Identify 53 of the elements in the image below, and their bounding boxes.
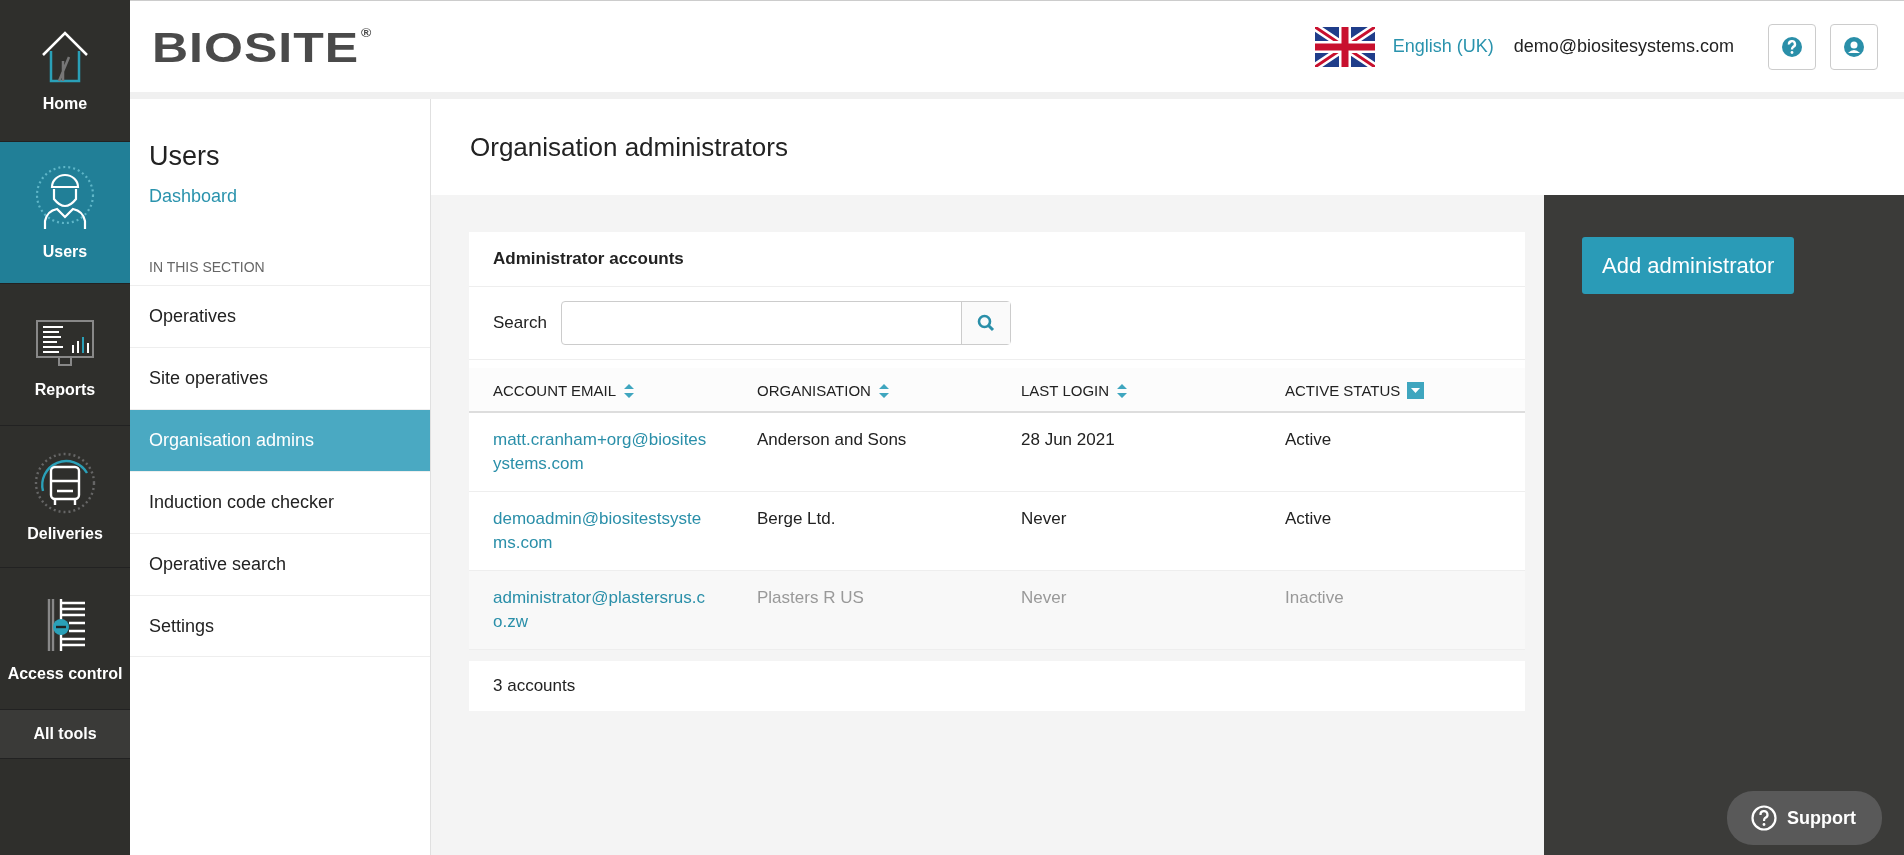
- brand-logo[interactable]: BIOSITE: [152, 21, 360, 72]
- search-label: Search: [493, 313, 547, 333]
- search-icon: [976, 314, 995, 332]
- user-email: demo@biositesystems.com: [1513, 36, 1734, 57]
- user-icon: [1844, 36, 1864, 57]
- table-cell: Inactive: [1261, 570, 1525, 650]
- section-menu-item[interactable]: Operatives: [130, 285, 430, 347]
- table-cell: Plasters R US: [733, 570, 997, 650]
- sort-icon[interactable]: [1116, 382, 1129, 399]
- language-link[interactable]: English (UK): [1392, 36, 1494, 57]
- section-heading: IN THIS SECTION: [149, 259, 266, 275]
- section-menu-item[interactable]: Operative search: [130, 533, 430, 595]
- search-button[interactable]: [960, 302, 1010, 344]
- email-link[interactable]: administrator@plastersrus.co.zw: [469, 570, 733, 650]
- email-link[interactable]: demoadmin@biositestsystems.com: [469, 491, 733, 571]
- page-title: Organisation administrators: [470, 131, 788, 163]
- nav-label: Home: [42, 94, 88, 113]
- table-cell: Never: [997, 570, 1261, 650]
- table-cell: Berge Ltd.: [733, 491, 997, 571]
- email-link[interactable]: matt.cranham+org@biositesystems.com: [469, 412, 733, 492]
- column-header[interactable]: ACCOUNT EMAIL: [493, 382, 617, 399]
- help-icon: [1751, 805, 1777, 831]
- sort-icon[interactable]: [623, 382, 636, 399]
- sort-descending-icon[interactable]: [1407, 382, 1425, 399]
- nav-label: Reports: [34, 380, 96, 399]
- search-field[interactable]: [560, 301, 1011, 345]
- column-header[interactable]: ORGANISATION: [757, 382, 871, 399]
- account-button[interactable]: [1830, 23, 1878, 70]
- registered-mark: ®: [361, 25, 373, 39]
- column-header[interactable]: ACTIVE STATUS: [1285, 382, 1401, 399]
- table-cell: Anderson and Sons: [733, 412, 997, 492]
- section-menu-item[interactable]: Settings: [130, 595, 430, 657]
- nav-label: Deliveries: [27, 524, 103, 543]
- nav-item[interactable]: Users: [0, 142, 130, 284]
- nav-label: Access control: [7, 664, 123, 683]
- all-tools-link[interactable]: All tools: [0, 710, 130, 759]
- help-icon: [1782, 36, 1802, 57]
- column-header[interactable]: LAST LOGIN: [1021, 382, 1110, 399]
- support-button[interactable]: Support: [1727, 791, 1882, 845]
- account-count: 3 accounts: [493, 676, 576, 695]
- truck-icon: [33, 450, 97, 515]
- table-cell: 28 Jun 2021: [997, 412, 1261, 492]
- flag-icon[interactable]: [1314, 26, 1375, 67]
- table-cell: Never: [997, 491, 1261, 571]
- table-cell: Active: [1261, 412, 1525, 492]
- dashboard-link[interactable]: Dashboard: [149, 186, 238, 207]
- section-menu-item[interactable]: Induction code checker: [130, 471, 430, 533]
- table-cell: Active: [1261, 491, 1525, 571]
- sort-icon[interactable]: [877, 382, 890, 399]
- help-button[interactable]: [1768, 23, 1816, 70]
- nav-label: Users: [42, 242, 88, 261]
- section-title: Users: [149, 141, 221, 172]
- card-title: Administrator accounts: [493, 249, 684, 268]
